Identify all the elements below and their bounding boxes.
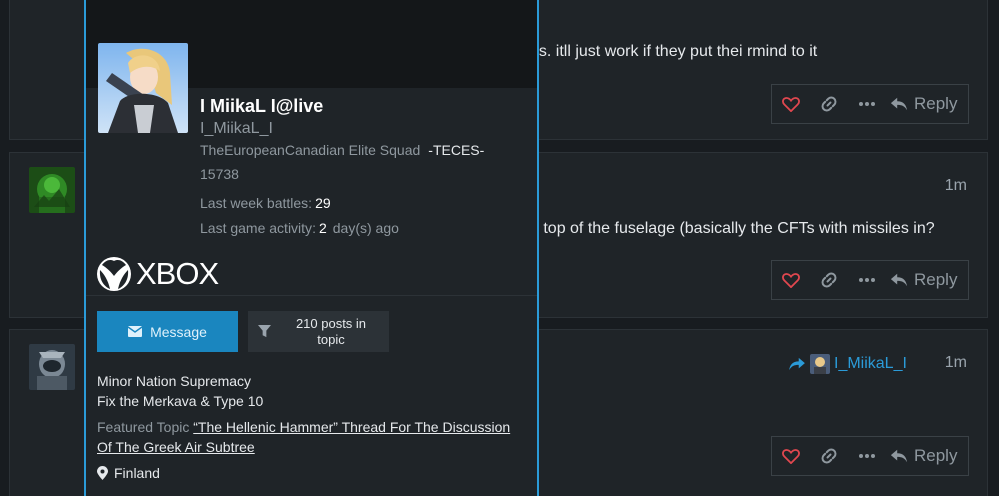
user-id: 15738 bbox=[200, 166, 239, 182]
link-icon bbox=[821, 272, 837, 288]
reply-to-avatar bbox=[810, 354, 830, 374]
username: I_MiikaL_I bbox=[200, 120, 273, 137]
share-link-button[interactable] bbox=[810, 260, 848, 300]
like-button[interactable] bbox=[772, 260, 810, 300]
like-button[interactable] bbox=[772, 84, 810, 124]
filter-icon bbox=[258, 325, 271, 338]
avatar[interactable] bbox=[29, 167, 75, 213]
featured-label: Featured Topic bbox=[97, 419, 190, 435]
map-pin-icon bbox=[97, 466, 108, 480]
featured-topic: Featured Topic “The Hellenic Hammer” Thr… bbox=[97, 417, 527, 457]
post-time[interactable]: 1m bbox=[945, 177, 967, 195]
ellipsis-icon bbox=[859, 278, 875, 282]
stat-unit: day(s) ago bbox=[332, 220, 399, 236]
location-name: Finland bbox=[114, 465, 160, 481]
reply-to-username: I_MiikaL_I bbox=[834, 355, 907, 372]
heart-icon bbox=[782, 273, 800, 288]
reply-button[interactable]: Reply bbox=[886, 260, 968, 300]
more-button[interactable] bbox=[848, 84, 886, 124]
reply-label: Reply bbox=[914, 270, 958, 289]
share-link-button[interactable] bbox=[810, 436, 848, 476]
squad: TheEuropeanCanadian Elite Squad -TECES- bbox=[200, 142, 484, 158]
post-text: e top of the fuselage (basically the CFT… bbox=[530, 220, 935, 237]
post-actions: Reply bbox=[771, 84, 969, 124]
ellipsis-icon bbox=[859, 102, 875, 106]
link-icon bbox=[821, 448, 837, 464]
reply-icon bbox=[890, 449, 908, 463]
user-title: Fix the Merkava & Type 10 bbox=[97, 393, 264, 409]
reply-label: Reply bbox=[914, 446, 958, 465]
stat-activity: Last game activity: 2 day(s) ago bbox=[200, 220, 399, 236]
platform-logo: XBOX bbox=[96, 256, 219, 292]
heart-icon bbox=[782, 97, 800, 112]
user-title: Minor Nation Supremacy bbox=[97, 373, 252, 389]
xbox-icon bbox=[97, 257, 131, 291]
card-divider bbox=[86, 295, 537, 296]
stat-value: 29 bbox=[315, 195, 331, 211]
post-text: es. itll just work if they put thei rmin… bbox=[530, 43, 818, 60]
more-button[interactable] bbox=[848, 436, 886, 476]
squad-tag: -TECES- bbox=[428, 142, 485, 158]
share-link-button[interactable] bbox=[810, 84, 848, 124]
display-name[interactable]: I MiikaL I@live bbox=[200, 96, 323, 117]
filter-posts-button[interactable]: 210 posts in topic bbox=[248, 311, 389, 352]
reply-icon bbox=[890, 273, 908, 287]
ellipsis-icon bbox=[859, 454, 875, 458]
reply-button[interactable]: Reply bbox=[886, 436, 968, 476]
more-button[interactable] bbox=[848, 260, 886, 300]
message-button[interactable]: Message bbox=[97, 311, 238, 352]
posts-in-topic-label: 210 posts in topic bbox=[295, 315, 367, 347]
post-actions: Reply bbox=[771, 260, 969, 300]
reply-label: Reply bbox=[914, 94, 958, 113]
post-time[interactable]: 1m bbox=[945, 354, 967, 372]
stat-battles: Last week battles: 29 bbox=[200, 195, 331, 211]
reply-to-indicator[interactable]: I_MiikaL_I bbox=[788, 354, 907, 374]
platform-name: XBOX bbox=[136, 256, 219, 291]
avatar[interactable] bbox=[29, 344, 75, 390]
stat-label: Last week battles bbox=[200, 195, 309, 211]
squad-name[interactable]: TheEuropeanCanadian Elite Squad bbox=[200, 142, 420, 158]
like-button[interactable] bbox=[772, 436, 810, 476]
stat-label: Last game activity bbox=[200, 220, 313, 236]
location: Finland bbox=[97, 465, 160, 481]
reply-button[interactable]: Reply bbox=[886, 84, 968, 124]
message-label: Message bbox=[150, 323, 207, 340]
stat-value: 2 bbox=[318, 220, 327, 236]
reply-arrow-icon bbox=[789, 357, 805, 371]
link-icon bbox=[821, 96, 837, 112]
user-card: I MiikaL I@live I_MiikaL_I TheEuropeanCa… bbox=[84, 0, 539, 496]
user-card-avatar[interactable] bbox=[98, 43, 188, 133]
envelope-icon bbox=[128, 326, 143, 337]
post-actions: Reply bbox=[771, 436, 969, 476]
heart-icon bbox=[782, 449, 800, 464]
reply-icon bbox=[890, 97, 908, 111]
